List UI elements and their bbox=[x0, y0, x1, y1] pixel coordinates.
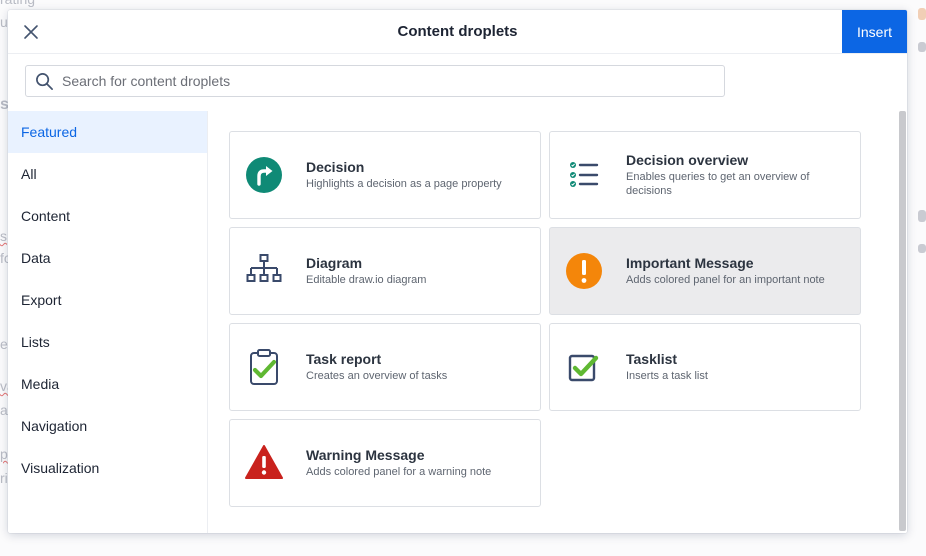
background-text: u bbox=[0, 14, 8, 30]
dialog-title: Content droplets bbox=[397, 23, 518, 40]
diagram-icon bbox=[246, 254, 282, 282]
droplet-name: Diagram bbox=[306, 255, 363, 271]
droplet-name: Warning Message bbox=[306, 447, 425, 463]
background-text: a bbox=[0, 402, 8, 418]
droplet-description: Adds colored panel for a warning note bbox=[306, 466, 492, 478]
background-icon bbox=[918, 42, 926, 52]
background-text: s bbox=[0, 228, 7, 244]
insert-button[interactable]: Insert bbox=[842, 10, 907, 53]
droplet-description: Adds colored panel for an important note bbox=[626, 274, 825, 286]
category-featured[interactable]: Featured bbox=[8, 111, 207, 153]
droplet-description: Inserts a task list bbox=[626, 370, 708, 382]
category-navigation[interactable]: Navigation bbox=[8, 405, 207, 447]
background-text: p bbox=[0, 446, 8, 462]
droplet-card-diagram[interactable]: Diagram Editable draw.io diagram bbox=[229, 227, 541, 315]
background-icon bbox=[918, 210, 926, 222]
background-text: rating bbox=[0, 0, 35, 7]
category-all[interactable]: All bbox=[8, 153, 207, 195]
category-visualization[interactable]: Visualization bbox=[8, 447, 207, 489]
droplet-card-decision-overview[interactable]: Decision overview Enables queries to get… bbox=[549, 131, 861, 219]
background-text: ri bbox=[0, 470, 8, 486]
droplet-description: Editable draw.io diagram bbox=[306, 274, 427, 286]
droplet-name: Decision overview bbox=[626, 152, 749, 168]
decision-overview-icon bbox=[570, 162, 599, 187]
task-report-icon bbox=[250, 349, 278, 385]
scrollbar-thumb[interactable] bbox=[899, 111, 906, 531]
background-icon bbox=[918, 244, 926, 253]
search-input[interactable] bbox=[62, 73, 724, 89]
droplet-card-tasklist[interactable]: Tasklist Inserts a task list bbox=[549, 323, 861, 411]
dialog-header: Content droplets Insert bbox=[8, 10, 907, 54]
droplet-description: Enables queries to get an overview of de… bbox=[626, 171, 810, 197]
content-droplets-dialog: Content droplets Insert Featured All Con… bbox=[8, 10, 907, 533]
category-data[interactable]: Data bbox=[8, 237, 207, 279]
decision-icon bbox=[246, 157, 282, 193]
droplet-card-decision[interactable]: Decision Highlights a decision as a page… bbox=[229, 131, 541, 219]
category-sidebar: Featured All Content Data Export Lists M… bbox=[8, 111, 208, 533]
tasklist-icon bbox=[568, 354, 599, 382]
droplet-name: Important Message bbox=[626, 255, 754, 271]
warning-message-icon bbox=[245, 445, 283, 479]
droplet-name: Tasklist bbox=[626, 351, 678, 367]
category-media[interactable]: Media bbox=[8, 363, 207, 405]
droplet-card-task-report[interactable]: Task report Creates an overview of tasks bbox=[229, 323, 541, 411]
droplet-description: Creates an overview of tasks bbox=[306, 370, 448, 382]
background-text: e bbox=[0, 336, 8, 352]
droplet-description: Highlights a decision as a page property bbox=[306, 178, 502, 190]
category-content[interactable]: Content bbox=[8, 195, 207, 237]
search-box[interactable] bbox=[25, 65, 725, 97]
important-message-icon bbox=[566, 253, 602, 289]
droplet-name: Task report bbox=[306, 351, 382, 367]
background-icon bbox=[918, 8, 926, 20]
droplet-card-warning-message[interactable]: Warning Message Adds colored panel for a… bbox=[229, 419, 541, 507]
category-lists[interactable]: Lists bbox=[8, 321, 207, 363]
droplet-grid: Decision Highlights a decision as a page… bbox=[208, 111, 898, 533]
droplet-name: Decision bbox=[306, 159, 365, 175]
search-icon bbox=[36, 72, 53, 90]
category-export[interactable]: Export bbox=[8, 279, 207, 321]
droplet-card-important-message[interactable]: Important Message Adds colored panel for… bbox=[549, 227, 861, 315]
